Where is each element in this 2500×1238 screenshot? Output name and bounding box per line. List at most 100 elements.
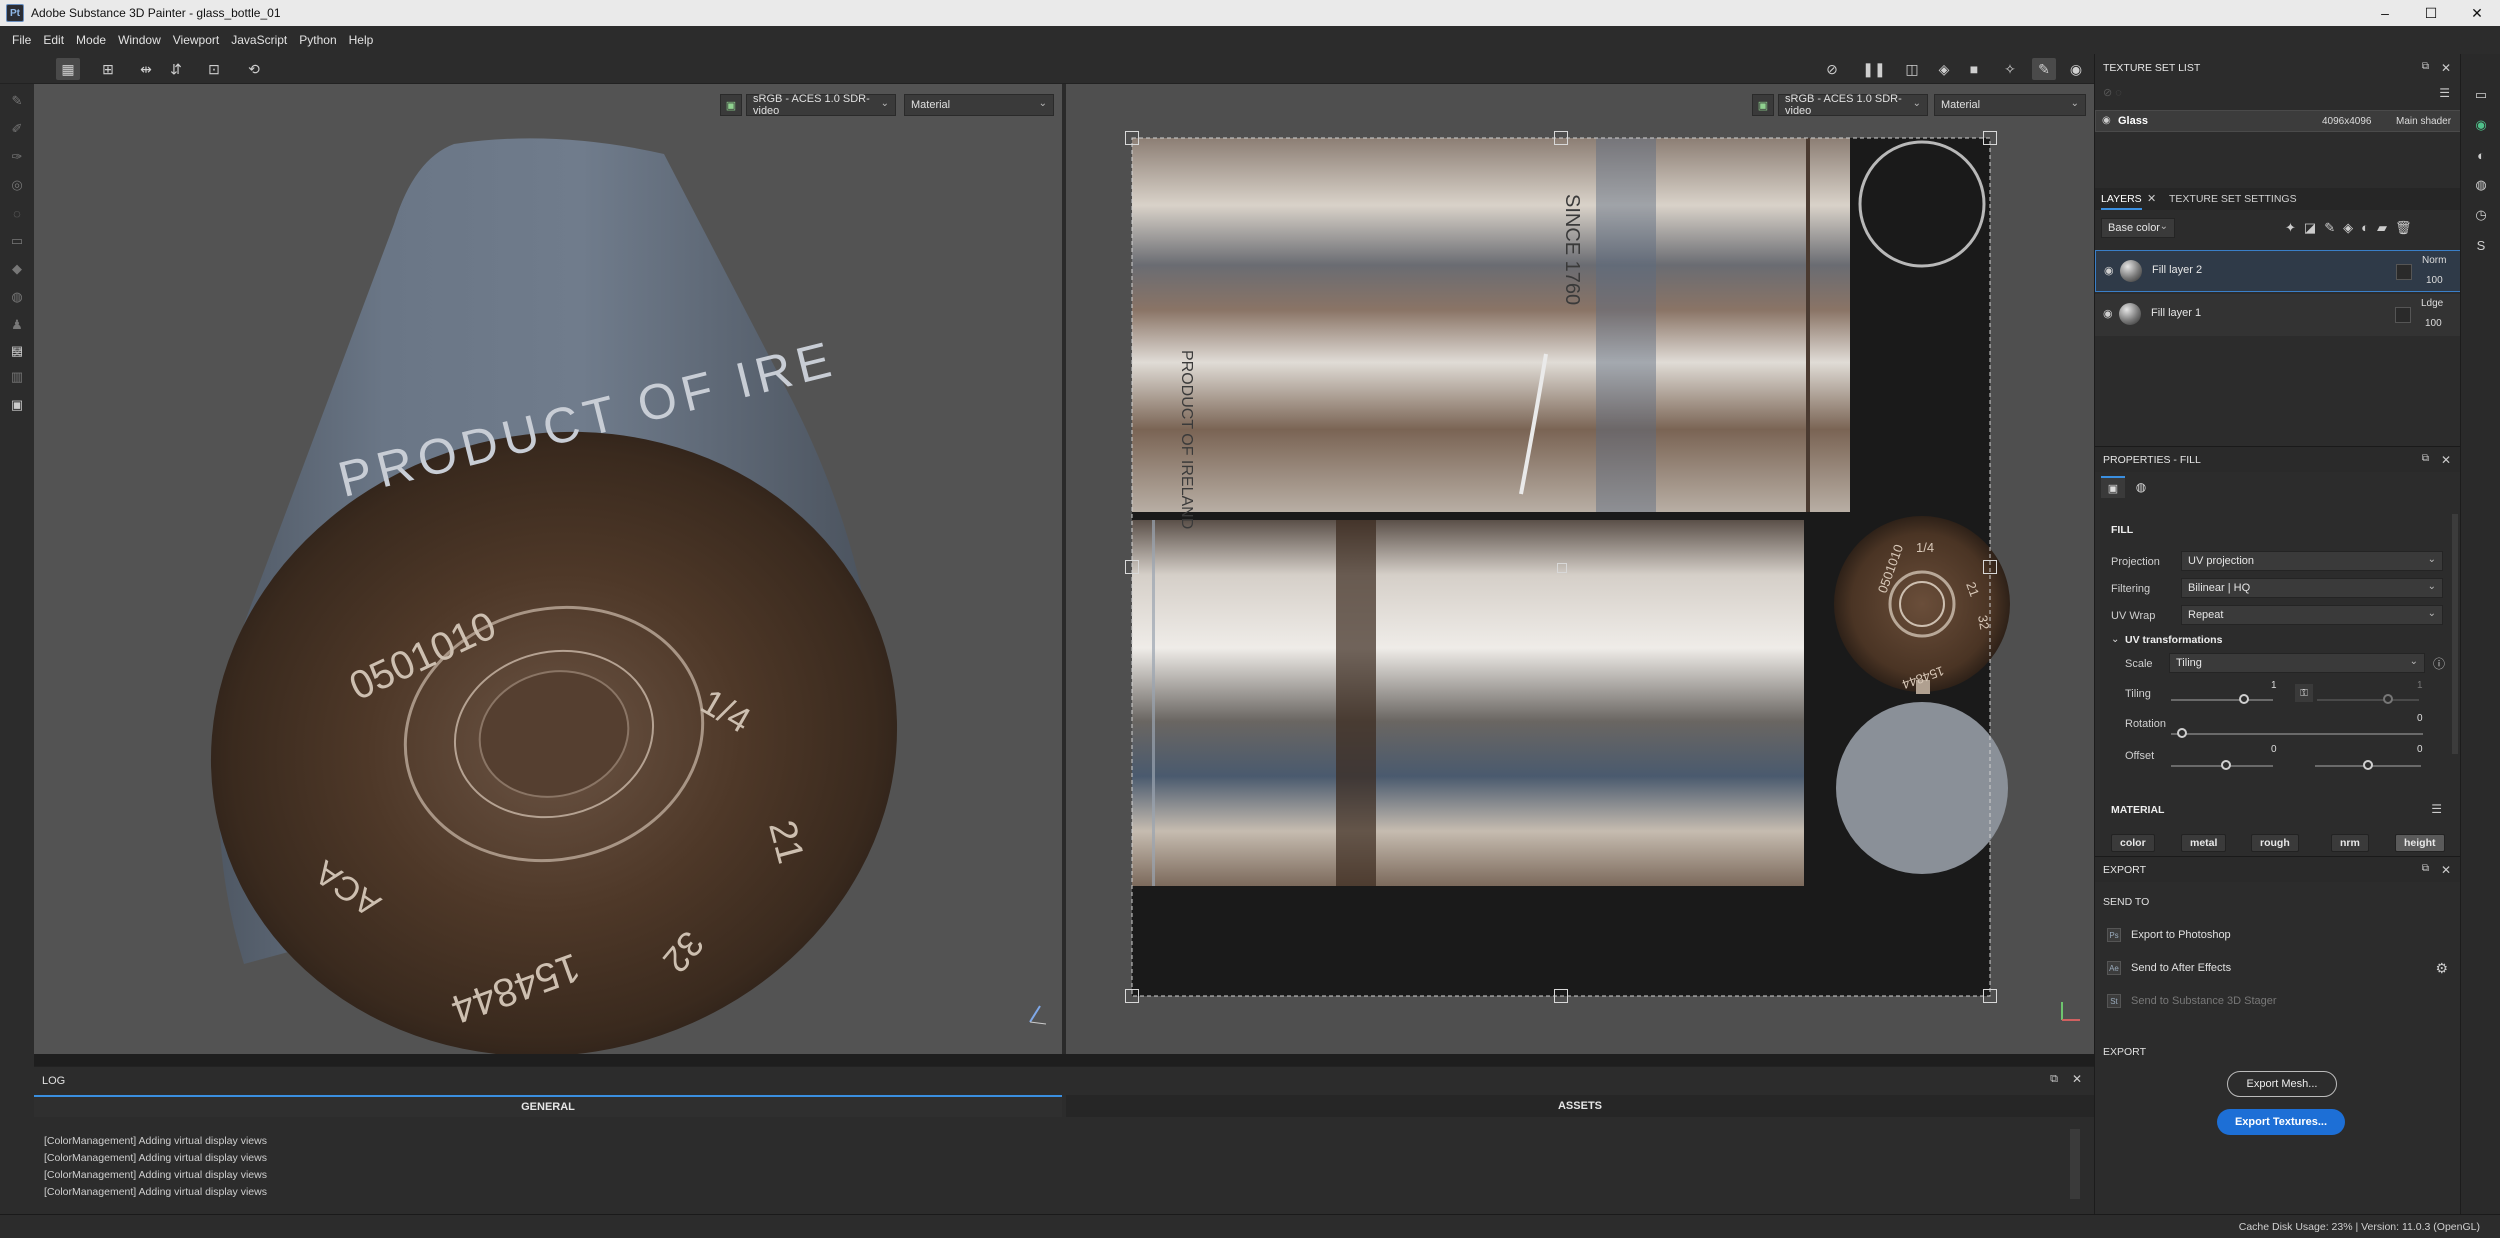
menu-viewport[interactable]: Viewport bbox=[173, 33, 219, 47]
tab-texture-set-settings[interactable]: TEXTURE SET SETTINGS bbox=[2169, 193, 2297, 205]
layer-row[interactable]: ◉ Fill layer 2 Norm 100 bbox=[2095, 250, 2461, 292]
pause-icon[interactable]: ❚❚ bbox=[1862, 58, 1886, 80]
menu-edit[interactable]: Edit bbox=[43, 33, 64, 47]
mirror-icon[interactable]: ⇵ bbox=[164, 58, 188, 80]
close-icon[interactable]: ✕ bbox=[2441, 453, 2451, 467]
screenshot-icon[interactable]: ◉ bbox=[2064, 58, 2088, 80]
tab-layers[interactable]: LAYERS bbox=[2101, 193, 2142, 210]
offset-knob-a[interactable] bbox=[2221, 760, 2231, 770]
visibility-off-icon[interactable]: ⊘ bbox=[1820, 58, 1844, 80]
tab-assets[interactable]: ASSETS bbox=[1066, 1095, 2094, 1117]
chip-nrm[interactable]: nrm bbox=[2331, 834, 2369, 852]
smudge-tool-icon[interactable]: ◌ bbox=[6, 202, 28, 224]
menu-file[interactable]: File bbox=[12, 33, 31, 47]
projection-select[interactable]: UV projection ⌄ bbox=[2181, 551, 2443, 571]
material-options-icon[interactable]: ☰ bbox=[2431, 802, 2442, 816]
close-icon[interactable]: ✕ bbox=[2441, 61, 2451, 75]
split-view-icon[interactable]: ◫ bbox=[1900, 58, 1924, 80]
frame-icon[interactable]: ⊡ bbox=[202, 58, 226, 80]
tsl-visibility-icon[interactable]: ⊘ ◌ bbox=[2103, 86, 2122, 99]
send-to-after-effects[interactable]: Ae Send to After Effects bbox=[2107, 957, 2231, 979]
close-icon[interactable]: ✕ bbox=[2441, 863, 2451, 877]
tsl-menu-icon[interactable]: ☰ bbox=[2439, 86, 2450, 100]
layer-blend-mode[interactable]: Ldge bbox=[2421, 298, 2443, 309]
projection-tool-icon[interactable]: ✑ bbox=[6, 146, 28, 168]
chip-height[interactable]: height bbox=[2395, 834, 2445, 852]
uv-handle-br[interactable] bbox=[1983, 989, 1997, 1003]
layer-channel-select[interactable]: Base color ⌄ bbox=[2101, 218, 2175, 238]
eraser-tool-icon[interactable]: ✐ bbox=[6, 118, 28, 140]
shelf-icon[interactable]: ▭ bbox=[2472, 86, 2490, 104]
path-tool-icon[interactable]: ♟ bbox=[6, 314, 28, 336]
add-effect-icon[interactable]: ✦ bbox=[2285, 220, 2304, 235]
log-float-icon[interactable]: ⧉ bbox=[2050, 1073, 2058, 1086]
fill-tab-icon[interactable]: ▣ bbox=[2101, 476, 2125, 498]
layout-grid-icon[interactable]: ⊞ bbox=[96, 58, 120, 80]
layer-row[interactable]: ◉ Fill layer 1 Ldge 100 bbox=[2095, 294, 2461, 336]
render-icon[interactable]: ✧ bbox=[1998, 58, 2022, 80]
filtering-select[interactable]: Bilinear | HQ ⌄ bbox=[2181, 578, 2443, 598]
tiling-slider-b[interactable] bbox=[2317, 699, 2419, 701]
offset-knob-b[interactable] bbox=[2363, 760, 2373, 770]
uv-handle-tl[interactable] bbox=[1125, 131, 1139, 145]
layer-blend-mode[interactable]: Norm bbox=[2422, 255, 2446, 266]
add-folder-icon[interactable]: ▰ bbox=[2377, 220, 2395, 235]
layer-tool-icon[interactable]: ▥ bbox=[6, 366, 28, 388]
add-fill-layer-icon[interactable]: ◈ bbox=[2343, 220, 2361, 235]
menu-window[interactable]: Window bbox=[118, 33, 161, 47]
camera-icon[interactable]: ■ bbox=[1962, 58, 1986, 80]
tab-general[interactable]: GENERAL bbox=[34, 1095, 1062, 1117]
viewport-3d[interactable]: ▣ sRGB - ACES 1.0 SDR-video ⌄ Material ⌄ P… bbox=[34, 84, 1062, 1054]
maximize-button[interactable]: ☐ bbox=[2408, 0, 2454, 26]
layer-opacity[interactable]: 100 bbox=[2426, 275, 2443, 286]
texture-set-item[interactable]: ◉ Glass 4096x4096 Main shader bbox=[2095, 110, 2461, 132]
delete-layer-icon[interactable]: 🗑 bbox=[2395, 220, 2420, 235]
uv-handle-tc[interactable] bbox=[1554, 131, 1568, 145]
layer-mask-slot[interactable] bbox=[2396, 264, 2412, 280]
symmetry-icon[interactable]: ⇹ bbox=[134, 58, 158, 80]
menu-python[interactable]: Python bbox=[299, 33, 336, 47]
rotation-slider[interactable] bbox=[2171, 733, 2423, 735]
chip-metal[interactable]: metal bbox=[2181, 834, 2227, 852]
properties-scrollbar[interactable] bbox=[2452, 514, 2458, 754]
viewport-2d[interactable]: ▣ sRGB - ACES 1.0 SDR-video⌄ Material⌄ bbox=[1066, 84, 2094, 1054]
tiling-knob-a[interactable] bbox=[2239, 694, 2249, 704]
layer-opacity[interactable]: 100 bbox=[2425, 318, 2442, 329]
add-layer-icon[interactable]: ◐ bbox=[2361, 220, 2377, 235]
chip-rough[interactable]: rough bbox=[2251, 834, 2299, 852]
tiling-knob-b[interactable] bbox=[2383, 694, 2393, 704]
object-icon[interactable]: ◈ bbox=[1932, 58, 1956, 80]
stamp-tool-icon[interactable]: ◍ bbox=[6, 286, 28, 308]
export-to-photoshop[interactable]: Ps Export to Photoshop bbox=[2107, 924, 2231, 946]
chip-color[interactable]: color bbox=[2111, 834, 2155, 852]
environment-icon[interactable]: ◐ bbox=[2472, 146, 2490, 164]
eye-icon[interactable]: ◉ bbox=[2103, 307, 2113, 320]
uv-handle-tr[interactable] bbox=[1983, 131, 1997, 145]
close-window-button[interactable]: ✕ bbox=[2454, 0, 2500, 26]
float-icon[interactable]: ⧉ bbox=[2422, 453, 2429, 464]
export-textures-button[interactable]: Export Textures... bbox=[2217, 1109, 2345, 1135]
history-panel-icon[interactable]: ◷ bbox=[2472, 206, 2490, 224]
selection-tool-icon[interactable]: ▤ bbox=[6, 340, 28, 362]
menu-mode[interactable]: Mode bbox=[76, 33, 106, 47]
eye-icon[interactable]: ◉ bbox=[2104, 264, 2114, 277]
rotation-knob[interactable] bbox=[2177, 728, 2187, 738]
tab-layers-close-icon[interactable]: ✕ bbox=[2147, 192, 2156, 205]
layer-mask-slot[interactable] bbox=[2395, 307, 2411, 323]
tiling-slider-a[interactable] bbox=[2171, 699, 2273, 701]
float-icon[interactable]: ⧉ bbox=[2422, 61, 2429, 72]
uv-transformations-title[interactable]: UV transformations bbox=[2125, 634, 2222, 646]
assets-icon[interactable]: ◉ bbox=[2472, 116, 2490, 134]
capture-tool-icon[interactable]: ▣ bbox=[6, 394, 28, 416]
layout-single-icon[interactable]: ▦ bbox=[56, 58, 80, 80]
scale-select[interactable]: Tiling ⌄ bbox=[2169, 653, 2425, 673]
log-scrollbar[interactable] bbox=[2070, 1129, 2080, 1199]
uv-handle-ml[interactable] bbox=[1125, 560, 1139, 574]
info-icon[interactable]: ⓘ bbox=[2433, 655, 2445, 672]
history-icon[interactable]: ⟲ bbox=[242, 58, 266, 80]
uv-transformations-chevron-icon[interactable]: ⌄ bbox=[2111, 634, 2119, 645]
paint-tool-icon[interactable]: ✎ bbox=[6, 90, 28, 112]
lock-icon[interactable]: ⚿ bbox=[2295, 684, 2313, 702]
clone-tool-icon[interactable]: ▭ bbox=[6, 230, 28, 252]
menu-javascript[interactable]: JavaScript bbox=[231, 33, 287, 47]
